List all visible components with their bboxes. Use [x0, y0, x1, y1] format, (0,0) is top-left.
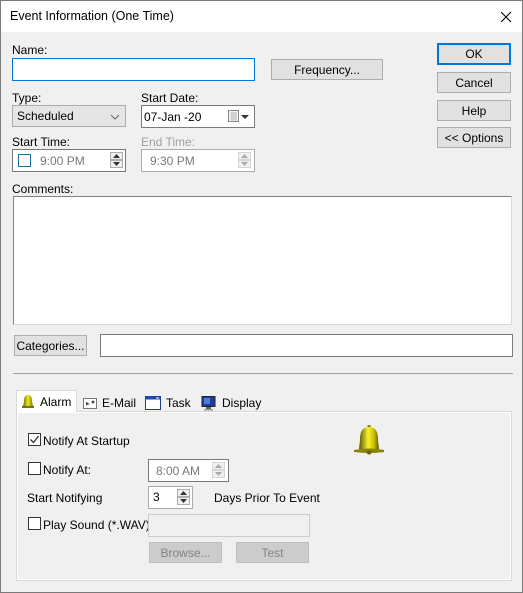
monitor-icon [201, 395, 216, 410]
chevron-down-icon [110, 114, 120, 120]
days-spinner[interactable] [177, 489, 190, 505]
tab-display-label: Display [222, 396, 262, 410]
spin-down-icon[interactable] [177, 497, 190, 505]
start-notifying-label: Start Notifying [27, 491, 103, 505]
tab-alarm[interactable]: Alarm [16, 390, 77, 412]
window-title: Event Information (One Time) [10, 9, 174, 23]
end-time-field[interactable]: 9:30 PM [141, 149, 255, 172]
spin-up-icon[interactable] [110, 152, 123, 160]
tab-email-label: E-Mail [102, 396, 137, 410]
notify-at-checkbox[interactable] [28, 462, 41, 475]
ok-button[interactable]: OK [437, 43, 511, 65]
categories-button[interactable]: Categories... [14, 335, 87, 356]
type-label: Type: [12, 91, 42, 105]
separator [13, 373, 513, 374]
sound-file-input[interactable] [148, 514, 310, 537]
end-time-spinner[interactable] [238, 152, 251, 168]
start-time-checkbox[interactable] [18, 154, 31, 167]
spin-up-icon[interactable] [177, 489, 190, 497]
start-time-spinner[interactable] [110, 152, 123, 168]
end-time-label: End Time: [141, 135, 196, 149]
bell-icon [22, 394, 34, 408]
cancel-button[interactable]: Cancel [437, 72, 511, 93]
tab-display[interactable]: Display [197, 393, 261, 413]
browse-button[interactable]: Browse... [149, 542, 222, 563]
spin-down-icon[interactable] [212, 470, 225, 478]
start-time-value: 9:00 PM [40, 154, 85, 168]
title-bar: Event Information (One Time) [1, 1, 522, 32]
frequency-button[interactable]: Frequency... [271, 59, 383, 80]
name-label: Name: [12, 43, 48, 57]
start-date-picker[interactable]: 07-Jan -20 [141, 105, 255, 128]
days-suffix-label: Days Prior To Event [214, 491, 320, 505]
tab-alarm-label: Alarm [40, 394, 72, 409]
spin-up-icon[interactable] [212, 462, 225, 470]
days-spinner-field[interactable]: 3 [148, 486, 193, 509]
event-information-dialog: Event Information (One Time) Name: Frequ… [0, 0, 523, 593]
play-sound-checkbox[interactable] [28, 517, 41, 530]
dropdown-arrow-icon [241, 115, 249, 119]
start-date-value: 07-Jan -20 [144, 110, 202, 124]
type-dropdown[interactable]: Scheduled [12, 105, 126, 127]
spin-down-icon[interactable] [110, 160, 123, 168]
checkmark-icon [30, 435, 40, 444]
tab-task-label: Task [166, 396, 191, 410]
spin-up-icon[interactable] [238, 152, 251, 160]
comments-textarea[interactable] [13, 196, 512, 325]
tab-email[interactable]: E-Mail [79, 393, 136, 413]
tab-task[interactable]: Task [141, 393, 191, 413]
play-sound-label: Play Sound (*.WAV): [43, 518, 154, 532]
start-time-field[interactable]: 9:00 PM [12, 149, 126, 172]
email-icon [83, 397, 97, 409]
end-time-value: 9:30 PM [150, 154, 195, 168]
notify-at-value: 8:00 AM [156, 464, 201, 478]
start-time-label: Start Time: [12, 135, 71, 149]
spin-down-icon[interactable] [238, 160, 251, 168]
notify-startup-checkbox[interactable] [28, 433, 41, 446]
bell-icon [354, 425, 384, 455]
help-button[interactable]: Help [437, 100, 511, 121]
test-button[interactable]: Test [236, 542, 309, 563]
notify-at-label: Notify At: [43, 463, 92, 477]
name-input[interactable] [12, 58, 255, 81]
notify-at-spinner[interactable] [212, 462, 225, 478]
comments-label: Comments: [12, 182, 74, 196]
type-value: Scheduled [17, 109, 74, 123]
start-date-label: Start Date: [141, 91, 199, 105]
categories-input[interactable] [100, 334, 513, 357]
close-icon [500, 11, 512, 22]
notify-at-time-field[interactable]: 8:00 AM [148, 459, 229, 482]
calendar-icon [228, 110, 239, 122]
options-button[interactable]: << Options [437, 127, 511, 148]
days-value: 3 [153, 490, 160, 504]
task-window-icon [145, 396, 161, 410]
notify-startup-label: Notify At Startup [43, 434, 130, 448]
close-button[interactable] [490, 1, 522, 32]
